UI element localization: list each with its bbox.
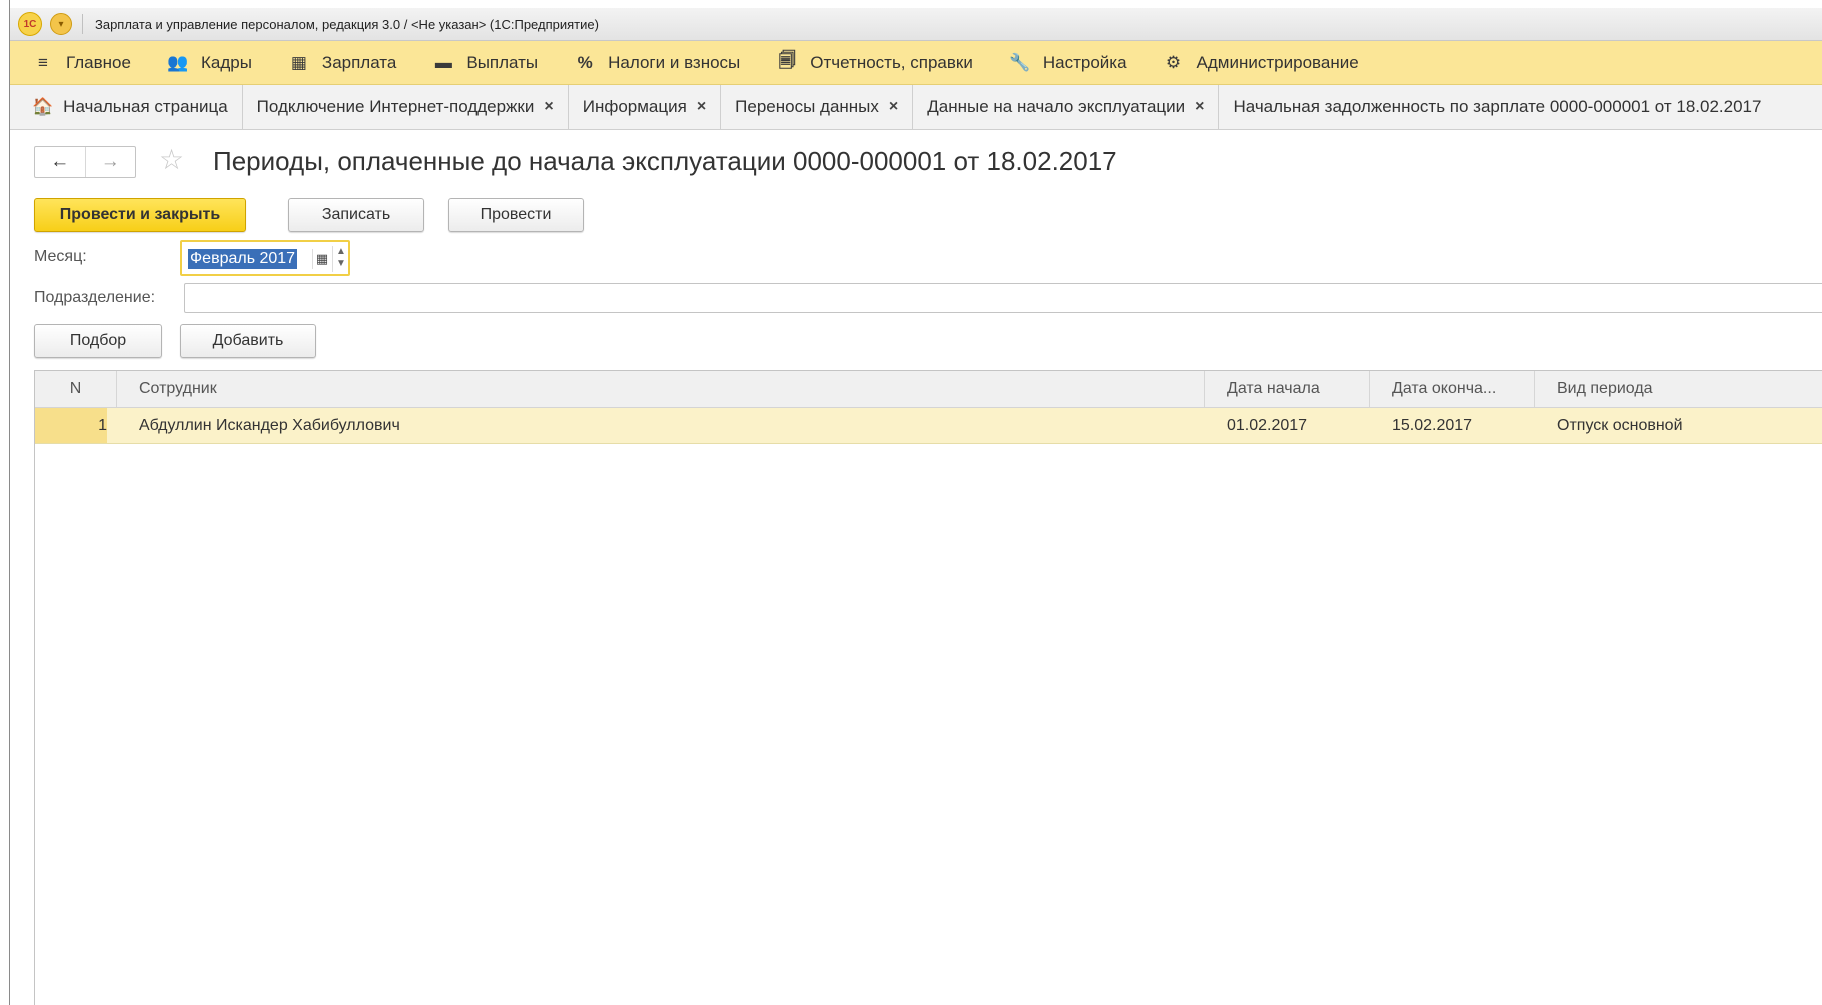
close-icon[interactable]: ×	[889, 98, 898, 116]
save-button[interactable]: Записать	[288, 198, 424, 232]
close-icon[interactable]: ×	[697, 98, 706, 116]
menu-item-settings[interactable]: 🔧 Настройка	[1009, 41, 1127, 84]
hamburger-icon: ≡	[38, 52, 48, 72]
table-header: N Сотрудник Дата начала Дата оконча... В…	[35, 371, 1822, 408]
close-icon[interactable]: ×	[1195, 98, 1204, 116]
menu-item-payments[interactable]: ▬ Выплаты	[432, 41, 538, 84]
history-navigation: ← →	[34, 146, 136, 178]
menu-item-salary[interactable]: ▦ Зарплата	[288, 41, 396, 84]
table-row[interactable]: 1 Абдуллин Искандер Хабибуллович 01.02.2…	[35, 408, 1822, 444]
menu-item-label: Кадры	[200, 52, 252, 72]
documents-icon: 🗐	[778, 51, 796, 70]
menu-item-admin[interactable]: ⚙ Администрирование	[1163, 41, 1359, 84]
window-left-gutter	[0, 0, 9, 1005]
open-windows-tabs: 🏠 Начальная страница Подключение Интерне…	[10, 85, 1822, 130]
month-field[interactable]: Февраль 2017 ▦ ▲ ▼	[180, 240, 350, 276]
menu-item-hr[interactable]: 👥 Кадры	[167, 41, 252, 84]
end-date-cell[interactable]: 15.02.2017	[1392, 408, 1472, 443]
back-arrow-icon[interactable]: ←	[35, 147, 85, 177]
tab-label: Начальная задолженность по зарплате 0000…	[1233, 97, 1762, 116]
tab-internet-support[interactable]: Подключение Интернет-поддержки ×	[243, 85, 569, 129]
subdivision-input[interactable]	[184, 283, 1822, 313]
column-header-start-date[interactable]: Дата начала	[1205, 371, 1370, 407]
main-menu: ≡ Главное 👥 Кадры ▦ Зарплата ▬ Выплаты %…	[10, 41, 1822, 85]
app-menu-icon[interactable]: ▾	[50, 13, 72, 35]
menu-item-reports[interactable]: 🗐 Отчетность, справки	[776, 41, 973, 84]
column-header-employee[interactable]: Сотрудник	[117, 371, 1205, 407]
wrench-icon: 🔧	[1009, 52, 1031, 72]
post-and-close-button[interactable]: Провести и закрыть	[34, 198, 246, 232]
page-title: Периоды, оплаченные до начала эксплуатац…	[213, 146, 1117, 176]
favorite-star-icon[interactable]: ☆	[159, 146, 184, 174]
title-bar: 1С ▾ Зарплата и управление персоналом, р…	[10, 8, 1822, 41]
spin-up-icon[interactable]: ▲	[333, 246, 349, 258]
gear-icon: ⚙	[1165, 52, 1182, 72]
month-stepper[interactable]: ▲ ▼	[332, 246, 349, 272]
app-window: 1С ▾ Зарплата и управление персоналом, р…	[0, 0, 1822, 1005]
employee-cell[interactable]: Абдуллин Искандер Хабибуллович	[139, 408, 400, 443]
period-type-cell[interactable]: Отпуск основной	[1557, 408, 1683, 443]
percent-icon: %	[577, 52, 593, 72]
column-header-period-type[interactable]: Вид периода	[1535, 371, 1822, 407]
menu-item-label: Зарплата	[321, 52, 397, 72]
tab-label: Начальная страница	[63, 97, 228, 116]
menu-item-label: Налоги и взносы	[608, 52, 741, 72]
spin-down-icon[interactable]: ▼	[333, 258, 349, 270]
tab-label: Данные на начало эксплуатации	[927, 97, 1186, 116]
month-label: Месяц:	[34, 248, 87, 265]
forward-arrow-icon[interactable]: →	[84, 147, 136, 177]
tab-home[interactable]: 🏠 Начальная страница	[10, 85, 243, 129]
periods-table: N Сотрудник Дата начала Дата оконча... В…	[34, 370, 1822, 1005]
wallet-icon: ▬	[434, 52, 452, 72]
tab-information[interactable]: Информация ×	[569, 85, 722, 129]
close-icon[interactable]: ×	[544, 98, 553, 116]
tab-data-transfers[interactable]: Переносы данных ×	[721, 85, 914, 129]
tab-label: Подключение Интернет-поддержки	[256, 97, 535, 116]
pick-button[interactable]: Подбор	[34, 324, 162, 358]
people-icon: 👥	[167, 52, 189, 72]
title-separator	[82, 14, 83, 34]
post-button[interactable]: Провести	[448, 198, 584, 232]
tab-label: Переносы данных	[735, 97, 879, 116]
document-form: ← → ☆ Периоды, оплаченные до начала эксп…	[10, 130, 1822, 1005]
menu-item-label: Выплаты	[466, 52, 539, 72]
start-date-cell[interactable]: 01.02.2017	[1227, 408, 1307, 443]
tab-initial-data[interactable]: Данные на начало эксплуатации ×	[913, 85, 1220, 129]
tab-label: Информация	[582, 97, 687, 116]
menu-item-taxes[interactable]: % Налоги и взносы	[574, 41, 741, 84]
menu-item-label: Главное	[66, 52, 131, 72]
calculator-icon: ▦	[290, 52, 307, 72]
add-button[interactable]: Добавить	[180, 324, 316, 358]
menu-item-label: Отчетность, справки	[810, 52, 973, 72]
column-header-n[interactable]: N	[35, 371, 117, 407]
calendar-icon[interactable]: ▦	[312, 249, 331, 269]
subdivision-label: Подразделение:	[34, 289, 156, 306]
month-value[interactable]: Февраль 2017	[188, 249, 298, 269]
menu-item-label: Администрирование	[1196, 52, 1359, 72]
row-number: 1	[98, 417, 107, 434]
tab-initial-debt[interactable]: Начальная задолженность по зарплате 0000…	[1219, 85, 1775, 129]
menu-item-label: Настройка	[1042, 52, 1127, 72]
menu-item-main[interactable]: ≡ Главное	[32, 41, 131, 84]
window-title: Зарплата и управление персоналом, редакц…	[95, 16, 599, 32]
column-header-end-date[interactable]: Дата оконча...	[1370, 371, 1535, 407]
home-icon: 🏠	[32, 97, 54, 116]
app-logo-icon: 1С	[18, 12, 42, 36]
